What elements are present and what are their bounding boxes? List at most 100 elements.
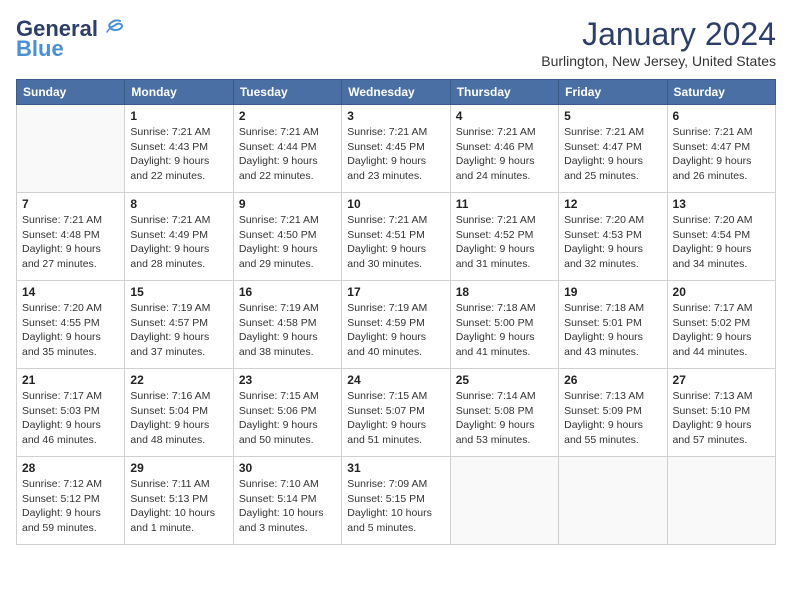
calendar-cell: 22 Sunrise: 7:16 AM Sunset: 5:04 PM Dayl…: [125, 369, 233, 457]
title-section: January 2024 Burlington, New Jersey, Uni…: [541, 16, 776, 69]
calendar-week-row: 1 Sunrise: 7:21 AM Sunset: 4:43 PM Dayli…: [17, 105, 776, 193]
day-info: Sunrise: 7:17 AM Sunset: 5:03 PM Dayligh…: [22, 389, 119, 448]
calendar-cell: 9 Sunrise: 7:21 AM Sunset: 4:50 PM Dayli…: [233, 193, 341, 281]
calendar-cell: [559, 457, 667, 545]
day-number: 4: [456, 109, 553, 123]
calendar-cell: 13 Sunrise: 7:20 AM Sunset: 4:54 PM Dayl…: [667, 193, 775, 281]
calendar-cell: 28 Sunrise: 7:12 AM Sunset: 5:12 PM Dayl…: [17, 457, 125, 545]
calendar-week-row: 14 Sunrise: 7:20 AM Sunset: 4:55 PM Dayl…: [17, 281, 776, 369]
calendar-cell: 25 Sunrise: 7:14 AM Sunset: 5:08 PM Dayl…: [450, 369, 558, 457]
day-info: Sunrise: 7:09 AM Sunset: 5:15 PM Dayligh…: [347, 477, 444, 536]
calendar-week-row: 21 Sunrise: 7:17 AM Sunset: 5:03 PM Dayl…: [17, 369, 776, 457]
calendar-cell: 8 Sunrise: 7:21 AM Sunset: 4:49 PM Dayli…: [125, 193, 233, 281]
day-number: 11: [456, 197, 553, 211]
calendar-cell: 2 Sunrise: 7:21 AM Sunset: 4:44 PM Dayli…: [233, 105, 341, 193]
calendar-cell: 4 Sunrise: 7:21 AM Sunset: 4:46 PM Dayli…: [450, 105, 558, 193]
calendar-table: Sunday Monday Tuesday Wednesday Thursday…: [16, 79, 776, 545]
day-info: Sunrise: 7:20 AM Sunset: 4:53 PM Dayligh…: [564, 213, 661, 272]
calendar-cell: 12 Sunrise: 7:20 AM Sunset: 4:53 PM Dayl…: [559, 193, 667, 281]
day-number: 8: [130, 197, 227, 211]
day-number: 19: [564, 285, 661, 299]
day-number: 22: [130, 373, 227, 387]
page-container: General Blue January 2024 Burlington, Ne…: [0, 0, 792, 553]
day-info: Sunrise: 7:13 AM Sunset: 5:09 PM Dayligh…: [564, 389, 661, 448]
day-number: 10: [347, 197, 444, 211]
calendar-cell: 1 Sunrise: 7:21 AM Sunset: 4:43 PM Dayli…: [125, 105, 233, 193]
calendar-cell: 24 Sunrise: 7:15 AM Sunset: 5:07 PM Dayl…: [342, 369, 450, 457]
day-number: 9: [239, 197, 336, 211]
location: Burlington, New Jersey, United States: [541, 53, 776, 69]
day-info: Sunrise: 7:21 AM Sunset: 4:48 PM Dayligh…: [22, 213, 119, 272]
calendar-cell: [450, 457, 558, 545]
day-info: Sunrise: 7:19 AM Sunset: 4:58 PM Dayligh…: [239, 301, 336, 360]
day-number: 17: [347, 285, 444, 299]
day-info: Sunrise: 7:13 AM Sunset: 5:10 PM Dayligh…: [673, 389, 770, 448]
month-title: January 2024: [541, 16, 776, 53]
day-number: 1: [130, 109, 227, 123]
day-info: Sunrise: 7:16 AM Sunset: 5:04 PM Dayligh…: [130, 389, 227, 448]
day-number: 6: [673, 109, 770, 123]
day-info: Sunrise: 7:21 AM Sunset: 4:47 PM Dayligh…: [564, 125, 661, 184]
calendar-cell: 6 Sunrise: 7:21 AM Sunset: 4:47 PM Dayli…: [667, 105, 775, 193]
day-number: 18: [456, 285, 553, 299]
day-info: Sunrise: 7:21 AM Sunset: 4:49 PM Dayligh…: [130, 213, 227, 272]
day-info: Sunrise: 7:17 AM Sunset: 5:02 PM Dayligh…: [673, 301, 770, 360]
day-info: Sunrise: 7:21 AM Sunset: 4:51 PM Dayligh…: [347, 213, 444, 272]
day-info: Sunrise: 7:19 AM Sunset: 4:59 PM Dayligh…: [347, 301, 444, 360]
calendar-cell: 30 Sunrise: 7:10 AM Sunset: 5:14 PM Dayl…: [233, 457, 341, 545]
calendar-cell: 10 Sunrise: 7:21 AM Sunset: 4:51 PM Dayl…: [342, 193, 450, 281]
day-number: 31: [347, 461, 444, 475]
day-info: Sunrise: 7:21 AM Sunset: 4:45 PM Dayligh…: [347, 125, 444, 184]
day-number: 23: [239, 373, 336, 387]
day-info: Sunrise: 7:21 AM Sunset: 4:47 PM Dayligh…: [673, 125, 770, 184]
day-number: 3: [347, 109, 444, 123]
calendar-week-row: 7 Sunrise: 7:21 AM Sunset: 4:48 PM Dayli…: [17, 193, 776, 281]
logo-blue-text: Blue: [16, 36, 64, 62]
logo-bird-icon: [102, 17, 124, 37]
col-saturday: Saturday: [667, 80, 775, 105]
day-number: 20: [673, 285, 770, 299]
header: General Blue January 2024 Burlington, Ne…: [16, 16, 776, 69]
day-info: Sunrise: 7:15 AM Sunset: 5:06 PM Dayligh…: [239, 389, 336, 448]
day-number: 24: [347, 373, 444, 387]
calendar-cell: 3 Sunrise: 7:21 AM Sunset: 4:45 PM Dayli…: [342, 105, 450, 193]
day-number: 2: [239, 109, 336, 123]
calendar-cell: 23 Sunrise: 7:15 AM Sunset: 5:06 PM Dayl…: [233, 369, 341, 457]
calendar-cell: [667, 457, 775, 545]
day-number: 16: [239, 285, 336, 299]
day-info: Sunrise: 7:12 AM Sunset: 5:12 PM Dayligh…: [22, 477, 119, 536]
calendar-cell: 19 Sunrise: 7:18 AM Sunset: 5:01 PM Dayl…: [559, 281, 667, 369]
calendar-header-row: Sunday Monday Tuesday Wednesday Thursday…: [17, 80, 776, 105]
day-info: Sunrise: 7:18 AM Sunset: 5:00 PM Dayligh…: [456, 301, 553, 360]
day-info: Sunrise: 7:10 AM Sunset: 5:14 PM Dayligh…: [239, 477, 336, 536]
day-info: Sunrise: 7:18 AM Sunset: 5:01 PM Dayligh…: [564, 301, 661, 360]
day-info: Sunrise: 7:21 AM Sunset: 4:50 PM Dayligh…: [239, 213, 336, 272]
calendar-cell: 7 Sunrise: 7:21 AM Sunset: 4:48 PM Dayli…: [17, 193, 125, 281]
day-info: Sunrise: 7:20 AM Sunset: 4:55 PM Dayligh…: [22, 301, 119, 360]
logo: General Blue: [16, 16, 124, 62]
calendar-cell: 20 Sunrise: 7:17 AM Sunset: 5:02 PM Dayl…: [667, 281, 775, 369]
day-info: Sunrise: 7:21 AM Sunset: 4:46 PM Dayligh…: [456, 125, 553, 184]
calendar-cell: 21 Sunrise: 7:17 AM Sunset: 5:03 PM Dayl…: [17, 369, 125, 457]
col-monday: Monday: [125, 80, 233, 105]
day-number: 5: [564, 109, 661, 123]
day-info: Sunrise: 7:21 AM Sunset: 4:52 PM Dayligh…: [456, 213, 553, 272]
day-number: 7: [22, 197, 119, 211]
col-friday: Friday: [559, 80, 667, 105]
day-number: 14: [22, 285, 119, 299]
day-number: 30: [239, 461, 336, 475]
day-number: 28: [22, 461, 119, 475]
day-number: 12: [564, 197, 661, 211]
calendar-cell: 15 Sunrise: 7:19 AM Sunset: 4:57 PM Dayl…: [125, 281, 233, 369]
day-number: 26: [564, 373, 661, 387]
day-info: Sunrise: 7:21 AM Sunset: 4:44 PM Dayligh…: [239, 125, 336, 184]
calendar-cell: 31 Sunrise: 7:09 AM Sunset: 5:15 PM Dayl…: [342, 457, 450, 545]
day-number: 27: [673, 373, 770, 387]
calendar-cell: 17 Sunrise: 7:19 AM Sunset: 4:59 PM Dayl…: [342, 281, 450, 369]
col-thursday: Thursday: [450, 80, 558, 105]
day-info: Sunrise: 7:21 AM Sunset: 4:43 PM Dayligh…: [130, 125, 227, 184]
calendar-cell: 26 Sunrise: 7:13 AM Sunset: 5:09 PM Dayl…: [559, 369, 667, 457]
day-info: Sunrise: 7:15 AM Sunset: 5:07 PM Dayligh…: [347, 389, 444, 448]
day-info: Sunrise: 7:11 AM Sunset: 5:13 PM Dayligh…: [130, 477, 227, 536]
day-number: 13: [673, 197, 770, 211]
